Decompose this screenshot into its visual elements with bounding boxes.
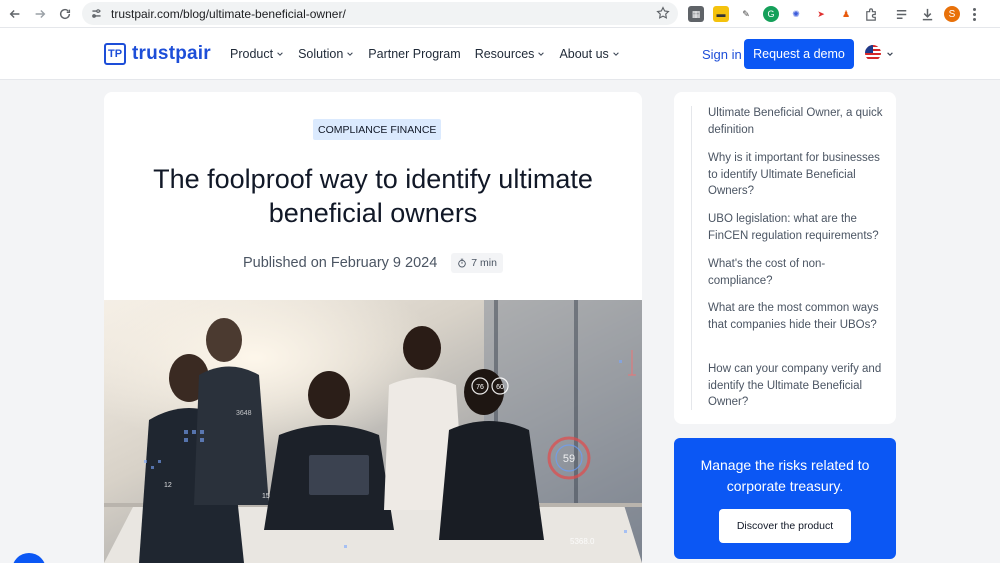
published-date: Published on February 9 2024	[243, 255, 438, 271]
overlay-value-12: 12	[164, 482, 172, 489]
cta-panel: Manage the risks related to corporate tr…	[674, 438, 896, 559]
site-header: TP trustpair Product Solution Partner Pr…	[0, 28, 1000, 80]
extensions-bar: ▦ ▬ ✎ G ✺ ➤ ♟ S	[688, 4, 979, 24]
chevron-down-icon	[613, 52, 619, 56]
nav-item-product[interactable]: Product	[230, 47, 284, 61]
chevron-down-icon	[538, 52, 545, 56]
stopwatch-icon	[458, 258, 467, 268]
discover-product-button[interactable]: Discover the product	[719, 509, 851, 543]
arrow-right-icon	[35, 10, 46, 18]
title-line-1: The foolproof way to identify ultimate	[153, 164, 593, 194]
overlay-value-5368: 5368.0	[570, 537, 595, 546]
chevron-down-icon	[347, 52, 354, 56]
nav-item-resources[interactable]: Resources	[475, 47, 546, 61]
back-button[interactable]	[2, 1, 28, 27]
extension-feather-icon[interactable]: ✎	[738, 6, 754, 22]
table-of-contents: Ultimate Beneficial Owner, a quick defin…	[674, 92, 896, 424]
language-chevron-down-icon[interactable]	[886, 50, 894, 58]
extension-notes-icon[interactable]: ▬	[713, 6, 729, 22]
toc-item[interactable]: UBO legislation: what are the FinCEN reg…	[708, 211, 886, 244]
article-title: The foolproof way to identify ultimate b…	[104, 162, 642, 230]
trustpair-logo[interactable]: TP trustpair	[104, 43, 211, 65]
extension-grammar-icon[interactable]: G	[763, 6, 779, 22]
logo-mark-icon: TP	[104, 43, 126, 65]
business-meeting-illustration: 76 60 59 12 15 3648 5368.0	[104, 300, 642, 563]
read-time-text: 7 min	[471, 257, 497, 269]
chevron-down-icon	[277, 52, 283, 56]
overlay-value-60: 60	[496, 384, 504, 391]
reading-list-icon[interactable]	[894, 6, 910, 22]
nav-item-solution[interactable]: Solution	[298, 47, 354, 61]
toc-item[interactable]: Why is it important for businesses to id…	[708, 150, 886, 200]
category-badge[interactable]: COMPLIANCE FINANCE	[313, 119, 442, 140]
overlay-value-15: 15	[262, 493, 270, 500]
bookmark-star-icon[interactable]	[656, 6, 670, 20]
nav-item-label: Product	[230, 47, 274, 61]
main-navigation: Product Solution Partner Program Resourc…	[230, 47, 620, 61]
nav-item-about-us[interactable]: About us	[559, 47, 619, 61]
nav-item-partner-program[interactable]: Partner Program	[368, 47, 460, 61]
extension-sun-icon[interactable]: ✺	[788, 6, 804, 22]
hero-image: 76 60 59 12 15 3648 5368.0	[104, 300, 642, 563]
logo-text: trustpair	[132, 43, 211, 64]
extension-arrow-icon[interactable]: ➤	[813, 6, 829, 22]
chat-widget-button[interactable]	[12, 553, 46, 563]
toc-divider	[691, 106, 692, 410]
article-card: COMPLIANCE FINANCE The foolproof way to …	[104, 92, 642, 563]
overlay-value-76: 76	[476, 384, 484, 391]
nav-item-label: Resources	[474, 47, 535, 61]
title-line-2: beneficial owners	[268, 198, 478, 228]
site-settings-icon[interactable]	[90, 7, 103, 20]
downloads-icon[interactable]	[919, 6, 935, 22]
toc-item[interactable]: What's the cost of non-compliance?	[708, 256, 886, 289]
toc-item[interactable]: How can your company verify and identify…	[708, 361, 886, 411]
extension-person-icon[interactable]: ♟	[838, 6, 854, 22]
forward-button[interactable]	[27, 1, 53, 27]
browser-toolbar: trustpair.com/blog/ultimate-beneficial-o…	[0, 0, 1000, 28]
browser-menu-icon[interactable]	[969, 7, 979, 21]
extension-grid-icon[interactable]: ▦	[688, 6, 704, 22]
toc-item[interactable]: Ultimate Beneficial Owner, a quick defin…	[708, 105, 886, 138]
nav-item-label: Solution	[298, 47, 344, 61]
extensions-puzzle-icon[interactable]	[863, 6, 879, 22]
sign-in-link[interactable]: Sign in	[702, 47, 742, 62]
url-text: trustpair.com/blog/ultimate-beneficial-o…	[111, 6, 346, 21]
cta-text: Manage the risks related to corporate tr…	[700, 457, 870, 494]
article-meta: Published on February 9 2024 7 min	[243, 253, 503, 273]
reload-icon	[59, 8, 71, 20]
address-bar[interactable]: trustpair.com/blog/ultimate-beneficial-o…	[82, 2, 678, 25]
overlay-value-3648: 3648	[236, 410, 252, 417]
us-flag-icon[interactable]	[865, 45, 881, 61]
toc-item[interactable]: What are the most common ways that compa…	[708, 300, 886, 333]
nav-item-label: Partner Program	[368, 47, 461, 61]
nav-item-label: About us	[559, 47, 609, 61]
reload-button[interactable]	[52, 1, 78, 27]
read-time-badge: 7 min	[451, 253, 503, 273]
profile-avatar[interactable]: S	[944, 6, 960, 22]
overlay-value-59: 59	[563, 453, 575, 465]
arrow-left-icon	[9, 10, 20, 18]
request-demo-button[interactable]: Request a demo	[744, 39, 854, 69]
